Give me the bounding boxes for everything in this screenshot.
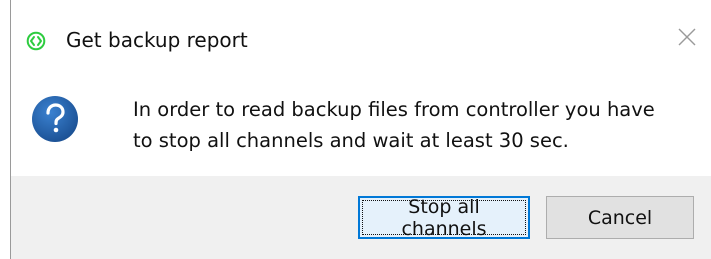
cancel-label: Cancel [587,206,653,229]
dialog-title: Get backup report [66,28,248,52]
question-icon [31,95,79,143]
message-text: In order to read backup files from contr… [133,94,655,156]
message-line: In order to read backup files from contr… [133,98,655,121]
dialog-window: Get backup report In order to read backu… [0,0,711,259]
stop-all-channels-button[interactable]: Stop all channels [358,195,530,240]
stop-all-channels-label: Stop all channels [401,195,487,240]
message-line: to stop all channels and wait at least 3… [133,129,569,152]
close-icon [678,28,696,50]
app-icon [26,31,46,51]
close-button[interactable] [670,22,704,56]
cancel-button[interactable]: Cancel [546,196,694,239]
